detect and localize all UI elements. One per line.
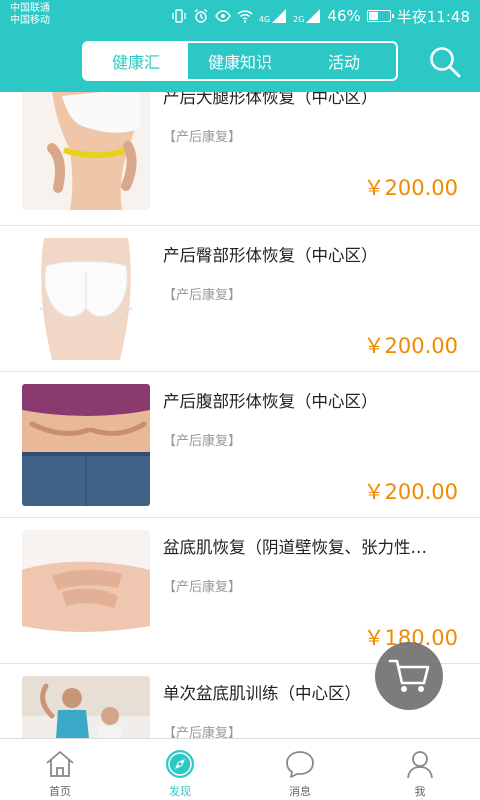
network-type-2: 2G bbox=[293, 15, 305, 24]
status-icons: 4G 2G 46% 半夜11:48 bbox=[171, 6, 470, 26]
product-image bbox=[22, 384, 150, 506]
tab-activities[interactable]: 活动 bbox=[292, 43, 396, 79]
signal-1: 4G bbox=[259, 8, 287, 24]
product-title: 产后臀部形体恢复（中心区） bbox=[163, 246, 378, 265]
carrier-1: 中国联通 bbox=[10, 3, 50, 14]
signal-2: 2G bbox=[293, 8, 321, 24]
network-type-1: 4G bbox=[258, 15, 271, 24]
product-category: 【产后康复】 bbox=[163, 726, 242, 738]
battery-percent: 46% bbox=[327, 7, 361, 25]
status-bar: 中国联通 中国移动 4G 2G 46% 半夜11:48 bbox=[0, 0, 480, 32]
product-item-thigh[interactable]: 产后大腿形体恢复（中心区） 【产后康复】 ￥200.00 bbox=[0, 92, 480, 226]
carrier-info: 中国联通 中国移动 bbox=[10, 3, 50, 27]
nav-discover-label: 发现 bbox=[169, 785, 191, 798]
product-image bbox=[22, 92, 150, 210]
cart-button[interactable] bbox=[375, 642, 443, 710]
nav-discover[interactable]: 发现 bbox=[120, 739, 240, 800]
search-icon[interactable] bbox=[428, 45, 462, 79]
product-image bbox=[22, 530, 150, 652]
product-category: 【产后康复】 bbox=[163, 288, 242, 303]
product-category: 【产后康复】 bbox=[163, 434, 242, 449]
nav-messages-label: 消息 bbox=[289, 785, 311, 798]
battery-icon bbox=[366, 10, 394, 22]
alarm-icon bbox=[194, 8, 208, 23]
clock: 半夜11:48 bbox=[396, 7, 470, 26]
bottom-navigation: 首页 发现 消息 我 bbox=[0, 738, 480, 800]
product-price: ￥200.00 bbox=[363, 176, 458, 200]
signal-icon bbox=[306, 9, 321, 23]
product-category: 【产后康复】 bbox=[163, 580, 242, 595]
product-image bbox=[22, 676, 150, 738]
tab-health-hub[interactable]: 健康汇 bbox=[84, 43, 188, 79]
product-title: 盆底肌恢复（阴道壁恢复、张力性… bbox=[163, 538, 427, 557]
eye-icon bbox=[215, 10, 231, 22]
product-item-buttocks[interactable]: 产后臀部形体恢复（中心区） 【产后康复】 ￥200.00 bbox=[0, 226, 480, 372]
nav-me-label: 我 bbox=[414, 785, 426, 798]
nav-me[interactable]: 我 bbox=[360, 739, 480, 800]
segmented-tabs: 健康汇 健康知识 活动 bbox=[82, 41, 398, 81]
product-item-abdomen[interactable]: 产后腹部形体恢复（中心区） 【产后康复】 ￥200.00 bbox=[0, 372, 480, 518]
signal-icon bbox=[272, 9, 287, 23]
battery-fill bbox=[368, 12, 378, 20]
product-category: 【产后康复】 bbox=[163, 130, 242, 145]
nav-home-label: 首页 bbox=[49, 785, 71, 798]
vibrate-icon bbox=[172, 9, 186, 23]
nav-home[interactable]: 首页 bbox=[0, 739, 120, 800]
carrier-2: 中国移动 bbox=[10, 15, 50, 26]
home-icon bbox=[46, 751, 74, 777]
discover-icon bbox=[166, 750, 194, 778]
product-image bbox=[22, 238, 150, 360]
wifi-icon bbox=[237, 10, 253, 23]
nav-messages[interactable]: 消息 bbox=[240, 739, 360, 800]
chat-icon bbox=[286, 751, 314, 778]
user-icon bbox=[407, 751, 433, 779]
product-title: 产后大腿形体恢复（中心区） bbox=[163, 92, 378, 107]
product-price: ￥200.00 bbox=[363, 334, 458, 358]
product-price: ￥200.00 bbox=[363, 480, 458, 504]
tab-health-knowledge[interactable]: 健康知识 bbox=[188, 43, 292, 79]
product-title: 产后腹部形体恢复（中心区） bbox=[163, 392, 378, 411]
shopping-cart-icon bbox=[388, 659, 430, 692]
header: 健康汇 健康知识 活动 bbox=[0, 32, 480, 92]
